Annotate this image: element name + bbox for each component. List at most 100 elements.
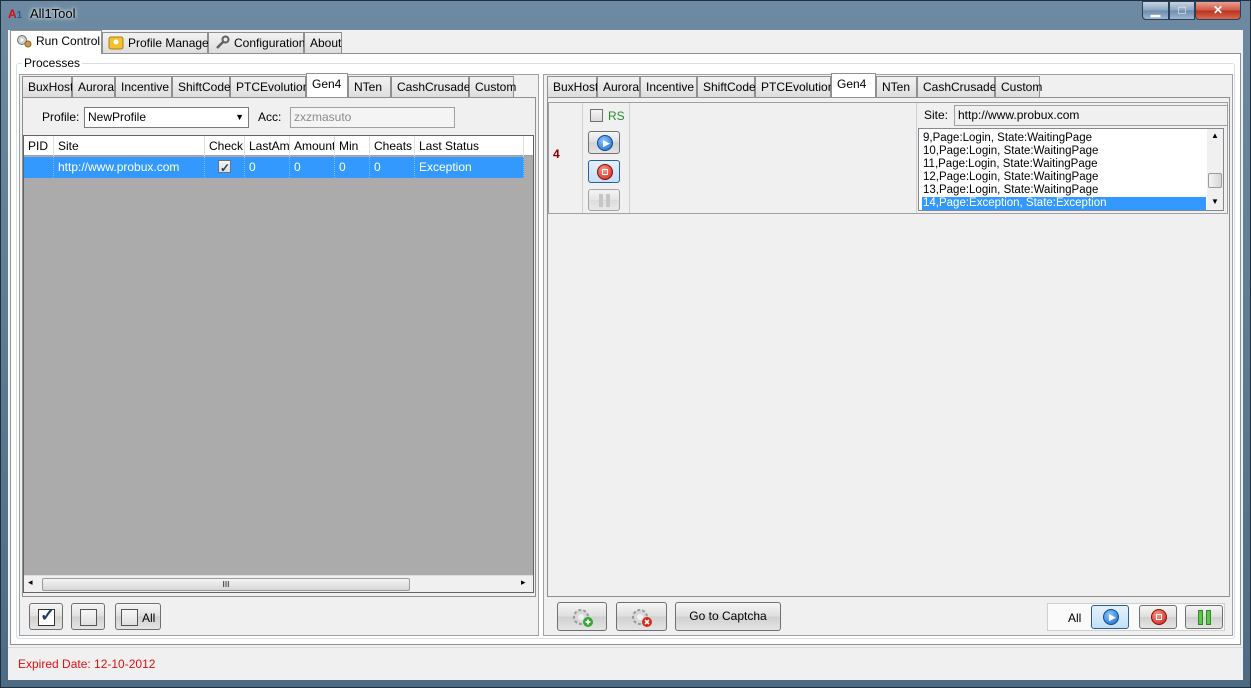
check-all-button[interactable]: ✓ [29, 603, 63, 630]
right-tab-incentive[interactable]: Incentive [640, 76, 697, 98]
col-pid[interactable]: PID [24, 136, 54, 156]
pause-icon [1198, 610, 1203, 625]
acc-field[interactable]: zxzmasuto [290, 107, 455, 128]
row-checkbox[interactable] [218, 158, 231, 178]
log-vscrollbar[interactable]: ▲ ▼ [1207, 129, 1223, 210]
stop-button[interactable] [588, 160, 620, 183]
uncheck-all-button[interactable] [71, 603, 105, 630]
col-site[interactable]: Site [54, 136, 205, 156]
scroll-up-icon[interactable]: ▲ [1211, 131, 1219, 140]
tab-configuration[interactable]: Configuration [208, 32, 305, 54]
right-tab-aurora[interactable]: Aurora [597, 76, 640, 98]
left-tab-custom[interactable]: Custom [469, 76, 516, 98]
left-tab-buxhost[interactable]: BuxHost [22, 76, 73, 98]
list-item[interactable]: 9,Page:Login, State:WaitingPage [922, 132, 1092, 145]
table-row[interactable]: http://www.probux.com 0 0 0 0 Exception [24, 157, 524, 178]
select-all-button[interactable]: All [115, 603, 161, 630]
gears-icon [16, 33, 32, 49]
all-label: All [1068, 611, 1082, 625]
col-min[interactable]: Min [335, 136, 370, 156]
close-button[interactable]: ✕ [1195, 1, 1241, 20]
left-tab-gen4[interactable]: Gen4 [306, 73, 348, 97]
scroll-left-icon[interactable]: ◂ [28, 577, 33, 588]
play-all-button[interactable]: ▶ [1091, 605, 1129, 629]
scroll-down-icon[interactable]: ▼ [1211, 197, 1219, 206]
tab-profile-manager[interactable]: Profile Manager [102, 32, 213, 54]
minimize-button[interactable]: ▁ [1142, 1, 1169, 20]
list-item-selected[interactable]: 14,Page:Exception, State:Exception [922, 197, 1206, 210]
cell-min: 0 [335, 157, 370, 178]
profile-icon [108, 35, 124, 51]
wrench-icon [214, 35, 230, 51]
app-logo-icon: A1 [8, 7, 23, 21]
cell-pid [24, 157, 54, 178]
process-number: 4 [553, 147, 560, 161]
left-tab-nten[interactable]: NTen [348, 76, 391, 98]
right-tab-gen4[interactable]: Gen4 [831, 73, 876, 97]
scroll-thumb[interactable] [1208, 173, 1222, 188]
play-icon: ▶ [597, 135, 613, 151]
right-tab-shiftcode[interactable]: ShiftCode [697, 76, 756, 98]
process-grid[interactable]: PID Site Check LastAmt Amount Min Cheats… [23, 135, 534, 593]
grid-header: PID Site Check LastAmt Amount Min Cheats… [24, 136, 533, 156]
minimize-icon: ▁ [1150, 3, 1161, 17]
remove-process-button[interactable] [616, 602, 667, 631]
col-lastamt[interactable]: LastAmt [245, 136, 290, 156]
processes-label: Processes [22, 56, 83, 70]
col-last-status[interactable]: Last Status [415, 136, 524, 156]
stop-icon [1151, 609, 1167, 625]
right-tab-custom[interactable]: Custom [995, 76, 1042, 98]
right-tab-buxhost[interactable]: BuxHost [547, 76, 598, 98]
empty-box-icon [80, 609, 97, 626]
checked-box-icon: ✓ [38, 605, 56, 626]
stop-all-button[interactable] [1139, 605, 1177, 629]
expired-date-label: Expired Date: 12-10-2012 [18, 657, 156, 671]
list-item[interactable]: 13,Page:Login, State:WaitingPage [922, 184, 1098, 197]
rs-label: RS [608, 109, 625, 123]
log-list[interactable]: 9,Page:Login, State:WaitingPage 10,Page:… [918, 128, 1224, 211]
cell-lastamt: 0 [245, 157, 290, 178]
profile-dropdown[interactable]: NewProfile ▼ [84, 107, 249, 128]
right-tab-cashcrusader[interactable]: CashCrusader [917, 76, 1000, 98]
cell-cheats: 0 [370, 157, 415, 178]
rs-checkbox[interactable] [590, 109, 603, 122]
tab-run-control[interactable]: Run Control [10, 30, 102, 54]
maximize-button[interactable]: □ [1169, 1, 1195, 20]
status-bar [8, 647, 1243, 680]
cell-status: Exception [415, 157, 524, 178]
left-tab-incentive[interactable]: Incentive [115, 76, 172, 98]
tab-about[interactable]: About [304, 32, 342, 54]
play-button[interactable]: ▶ [588, 131, 620, 154]
window-title: All1Tool [30, 6, 76, 21]
scroll-right-icon[interactable]: ▸ [521, 577, 526, 588]
right-tab-nten[interactable]: NTen [876, 76, 917, 98]
grid-hscrollbar[interactable]: ◂ III ▸ [24, 575, 533, 592]
cell-check[interactable] [205, 157, 245, 178]
pause-all-button[interactable] [1185, 605, 1223, 629]
col-amount[interactable]: Amount [290, 136, 335, 156]
col-check[interactable]: Check [205, 136, 245, 156]
left-tab-shiftcode[interactable]: ShiftCode [172, 76, 231, 98]
left-tab-aurora[interactable]: Aurora [72, 76, 115, 98]
list-item[interactable]: 11,Page:Login, State:WaitingPage [922, 158, 1098, 171]
left-tab-ptcevolution[interactable]: PTCEvolution [230, 76, 309, 98]
remove-gear-icon [630, 607, 654, 632]
right-tab-ptcevolution[interactable]: PTCEvolution [755, 76, 834, 98]
stop-icon [597, 164, 613, 180]
add-gear-icon [571, 607, 595, 632]
title-bar[interactable]: A1 All1Tool ▁ □ ✕ [0, 0, 1251, 28]
go-to-captcha-button[interactable]: Go to Captcha [675, 602, 781, 631]
list-item[interactable]: 12,Page:Login, State:WaitingPage [922, 171, 1098, 184]
profile-label: Profile: [42, 110, 80, 124]
maximize-icon: □ [1178, 3, 1186, 17]
pause-button[interactable] [588, 189, 620, 211]
scroll-thumb[interactable]: III [42, 578, 410, 591]
col-cheats[interactable]: Cheats [370, 136, 415, 156]
left-tab-cashcrusader[interactable]: CashCrusader [391, 76, 474, 98]
pause-icon [599, 194, 603, 207]
chevron-down-icon: ▼ [235, 112, 244, 122]
client-area: Run Control Profile Manager Configuratio… [8, 30, 1243, 680]
list-item[interactable]: 10,Page:Login, State:WaitingPage [922, 145, 1098, 158]
site-field[interactable]: http://www.probux.com [954, 105, 1228, 126]
add-process-button[interactable] [557, 602, 607, 631]
